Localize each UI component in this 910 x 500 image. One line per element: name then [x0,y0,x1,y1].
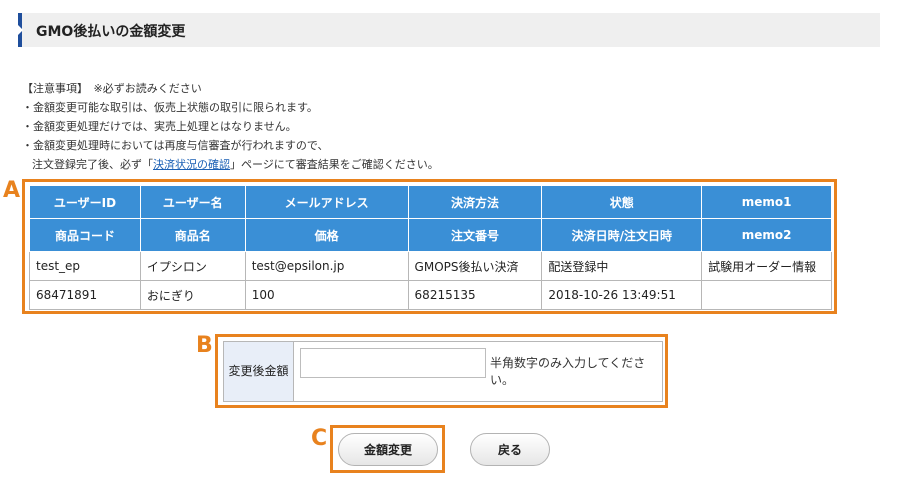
page-title: GMO後払いの金額変更 [36,24,186,40]
table-header-row: 商品コード 商品名 価格 注文番号 決済日時/注文日時 memo2 [29,218,832,252]
header-order-number: 注文番号 [407,218,543,252]
notice-line-4-prefix: 注文登録完了後、必ず「 [32,158,153,171]
notice-heading: 【注意事項】 ※必ずお読みください [22,82,202,95]
header-memo2: memo2 [701,218,832,252]
cell-product-name: おにぎり [139,280,246,310]
cell-email: test@epsilon.jp [244,251,409,281]
table-row: test_ep イプシロン test@epsilon.jp GMOPS後払い決済… [29,251,832,281]
cell-memo1: 試験用オーダー情報 [701,251,832,281]
header-email: メールアドレス [244,185,409,219]
notice-line-4: 注文登録完了後、必ず「決済状況の確認」ページにて審査結果をご確認ください。 [22,155,439,174]
marker-c: C [311,426,328,451]
amount-label: 変更後金額 [224,342,294,401]
cell-product-code: 68471891 [29,280,141,310]
header-status: 状態 [541,185,703,219]
table-row: 68471891 おにぎり 100 68215135 2018-10-26 13… [29,280,832,310]
cell-user-id: test_ep [29,251,141,281]
header-payment-method: 決済方法 [407,185,543,219]
cell-status: 配送登録中 [541,251,703,281]
header-memo1: memo1 [701,185,832,219]
header-product-name: 商品名 [139,218,246,252]
header-user-name: ユーザー名 [139,185,246,219]
amount-hint: 半角数字のみ入力してください。 [490,356,646,387]
cell-payment-method: GMOPS後払い決済 [407,251,543,281]
marker-a: A [3,178,21,203]
payment-status-link[interactable]: 決済状況の確認 [153,158,230,171]
header-datetime: 決済日時/注文日時 [541,218,703,252]
header-price: 価格 [244,218,409,252]
amount-input[interactable] [300,348,486,378]
cell-price: 100 [244,280,409,310]
notice-line-3: ・金額変更処理時においては再度与信審査が行われますので、 [22,139,329,152]
cell-memo2 [701,280,832,310]
header-user-id: ユーザーID [29,185,141,219]
back-button[interactable]: 戻る [470,433,550,466]
title-marker [18,25,23,35]
notice-line-4-suffix: 」ページにて審査結果をご確認ください。 [230,158,439,171]
cell-user-name: イプシロン [139,251,246,281]
notice-line-1: ・金額変更可能な取引は、仮売上状態の取引に限られます。 [22,101,318,114]
transaction-table: ユーザーID ユーザー名 メールアドレス 決済方法 状態 memo1 商品コード… [29,185,832,310]
table-header-row: ユーザーID ユーザー名 メールアドレス 決済方法 状態 memo1 [29,185,832,219]
notice-section: 【注意事項】 ※必ずお読みください ・金額変更可能な取引は、仮売上状態の取引に限… [22,79,439,174]
page-title-bar: GMO後払いの金額変更 [18,13,880,47]
amount-change-form: 変更後金額 半角数字のみ入力してください。 [223,341,663,402]
change-amount-button[interactable]: 金額変更 [338,433,438,466]
marker-b: B [196,333,213,358]
notice-line-2: ・金額変更処理だけでは、実売上処理とはなりません。 [22,120,297,133]
amount-input-cell: 半角数字のみ入力してください。 [294,342,662,401]
cell-datetime: 2018-10-26 13:49:51 [541,280,703,310]
cell-order-number: 68215135 [407,280,543,310]
header-product-code: 商品コード [29,218,141,252]
